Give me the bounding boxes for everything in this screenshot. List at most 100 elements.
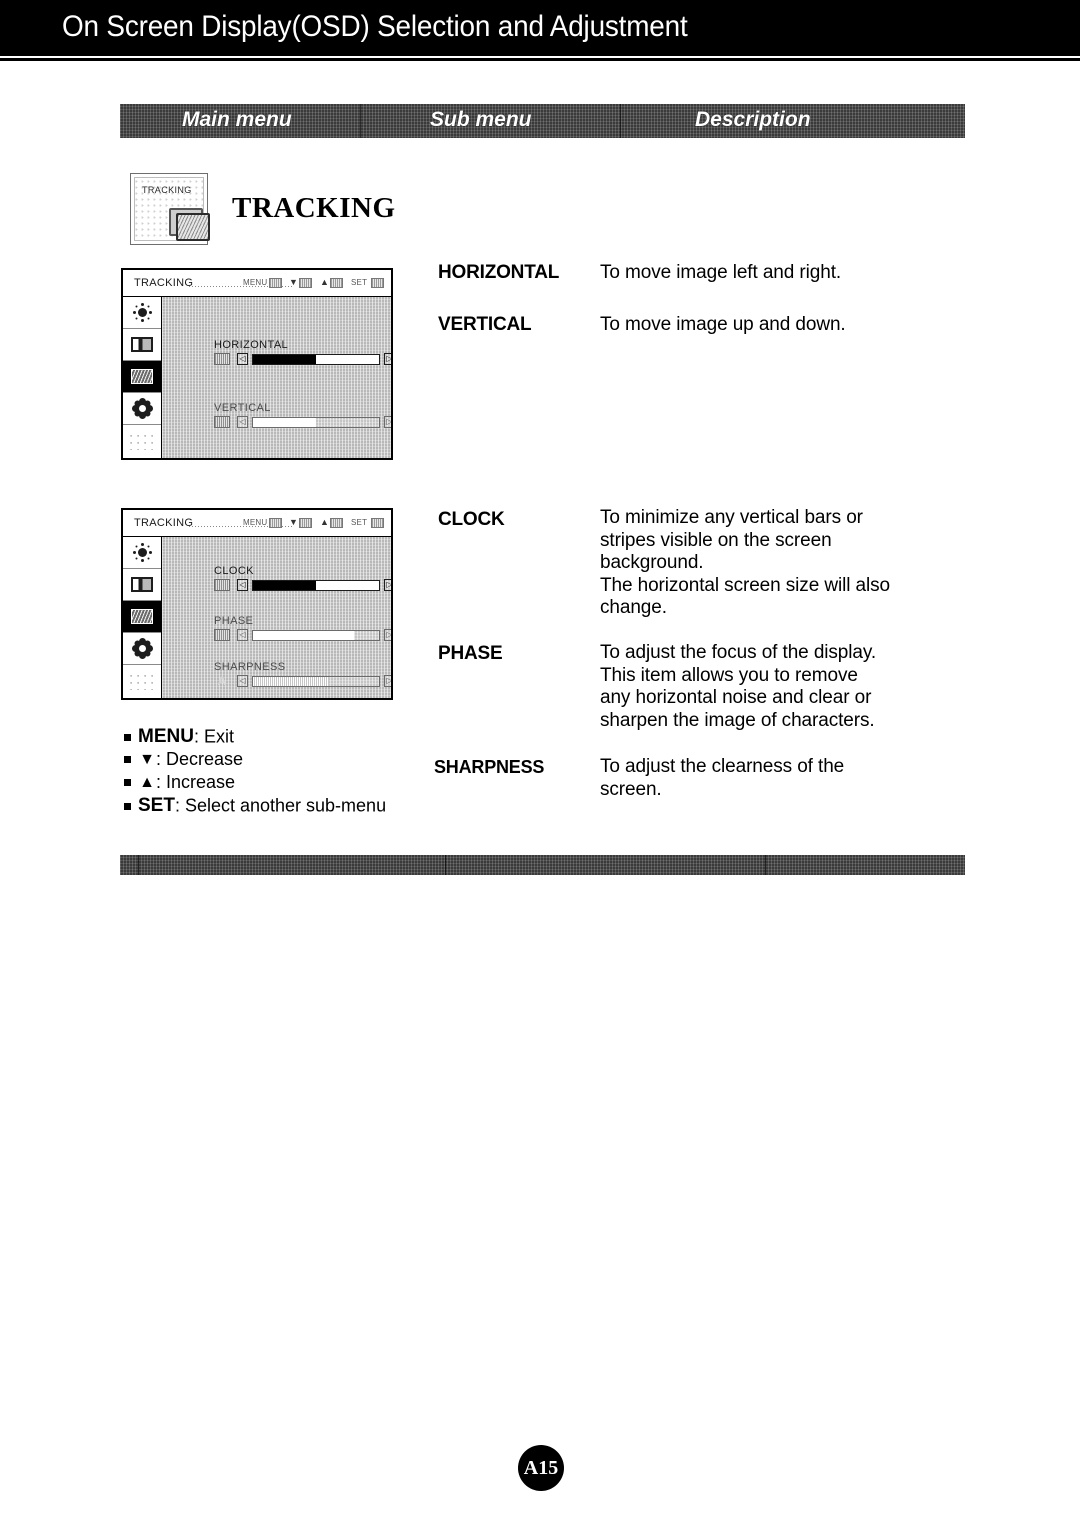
up-arrow-icon: ▲ [139, 773, 155, 791]
osd-menu-key-label: MENU [243, 278, 268, 287]
footer-divider [765, 855, 766, 875]
osd-body: CLOCK ◁ ▷ 50 PHASE ◁ ▷ 80 SHAR [123, 537, 391, 698]
increase-cap-icon[interactable]: ▷ [384, 579, 391, 591]
legend-text: : Select another sub-menu [174, 795, 387, 816]
increase-cap-icon[interactable]: ▷ [384, 353, 391, 365]
osd-row-label: SHARPNESS [214, 661, 286, 673]
sub-menu-horizontal: HORIZONTAL [438, 262, 560, 283]
legend-text: : Decrease [156, 749, 244, 769]
contrast-icon [131, 577, 153, 592]
bullet-icon [124, 756, 131, 763]
legend-key: SET [138, 795, 175, 816]
sidebar-item-setup[interactable] [123, 633, 161, 665]
table-column-divider [360, 104, 361, 138]
sharpness-icon: A [217, 674, 227, 688]
increase-cap-icon[interactable]: ▷ [384, 416, 391, 428]
down-arrow-icon: ▼ [289, 517, 298, 527]
description-clock: To minimize any vertical bars or stripes… [600, 507, 890, 618]
sub-menu-sharpness: SHARPNESS [434, 757, 545, 777]
sidebar-item-blank[interactable] [123, 425, 161, 458]
footer-divider [445, 855, 446, 875]
screen-front-shape-icon [176, 213, 210, 241]
osd-set-key-label: SET [351, 518, 368, 527]
osd-row-label: CLOCK [214, 565, 254, 577]
phase-icon [214, 629, 230, 641]
footer-divider [138, 855, 139, 875]
up-arrow-icon: ▲ [320, 277, 329, 287]
legend-text: : Exit [193, 726, 234, 747]
decrease-cap-icon[interactable]: ◁ [237, 579, 248, 591]
osd-screen-area: CLOCK ◁ ▷ 50 PHASE ◁ ▷ 80 SHAR [162, 537, 391, 698]
column-header-description: Description [695, 108, 811, 131]
set-button-icon [371, 518, 384, 528]
description-sharpness: To adjust the clearness of the screen. [600, 756, 845, 800]
column-header-sub-menu: Sub menu [430, 108, 532, 131]
down-button-icon [299, 518, 312, 528]
description-phase: To adjust the focus of the display. This… [600, 642, 877, 731]
header-rule [0, 58, 1080, 61]
set-button-icon [371, 278, 384, 288]
legend-key: MENU [138, 726, 194, 747]
osd-slider-fill [253, 581, 316, 590]
osd-slider-track[interactable] [252, 354, 380, 365]
osd-slider-track[interactable] [252, 630, 380, 641]
up-button-icon [330, 518, 343, 528]
sidebar-item-tracking[interactable] [123, 361, 161, 393]
up-button-icon [330, 278, 343, 288]
increase-cap-icon[interactable]: ▷ [384, 675, 391, 687]
osd-slider-track[interactable] [252, 676, 380, 687]
osd-slider-track[interactable] [252, 580, 380, 591]
osd-row-label: PHASE [214, 615, 254, 627]
sidebar-item-setup[interactable] [123, 393, 161, 425]
table-header-row: Main menu Sub menu Description [120, 104, 965, 138]
sidebar-item-blank[interactable] [123, 665, 161, 698]
bullet-icon [124, 802, 131, 810]
osd-row-label: HORIZONTAL [214, 339, 289, 351]
down-button-icon [299, 278, 312, 288]
description-vertical: To move image up and down. [600, 314, 846, 335]
osd-window-position: TRACKING MENU ▼ ▲ SET HORIZONTAL ◁ ▷ VER… [121, 268, 393, 460]
osd-slider-track[interactable] [252, 417, 380, 428]
main-menu-title: TRACKING [232, 192, 396, 224]
osd-menu-key-label: MENU [243, 518, 268, 527]
blank-icon [129, 433, 155, 450]
bullet-icon [124, 733, 131, 741]
main-menu-icon-inner: TRACKING [134, 177, 210, 241]
osd-slider-fill [253, 355, 316, 364]
sidebar-item-brightness[interactable] [123, 537, 161, 569]
brightness-icon [137, 548, 147, 557]
tracking-icon [131, 609, 153, 624]
legend-item-decrease: ▼: Decrease [124, 749, 386, 772]
osd-row-label: VERTICAL [214, 402, 271, 414]
legend-item-menu: MENU: Exit [124, 726, 386, 749]
sidebar-item-contrast[interactable] [123, 329, 161, 361]
horizontal-position-icon [214, 353, 230, 365]
page-header-banner: On Screen Display(OSD) Selection and Adj… [0, 0, 1080, 56]
table-column-divider [620, 104, 621, 138]
decrease-cap-icon[interactable]: ◁ [237, 416, 248, 428]
brightness-icon [137, 308, 147, 317]
contrast-icon [131, 337, 153, 352]
osd-title: TRACKING [134, 277, 194, 289]
clock-icon [214, 579, 230, 591]
column-header-main-menu: Main menu [182, 108, 292, 131]
decrease-cap-icon[interactable]: ◁ [237, 675, 248, 687]
tracking-icon [131, 369, 153, 384]
decrease-cap-icon[interactable]: ◁ [237, 353, 248, 365]
osd-titlebar: TRACKING MENU ▼ ▲ SET [123, 270, 391, 297]
osd-slider-fill [253, 677, 329, 686]
decrease-cap-icon[interactable]: ◁ [237, 629, 248, 641]
menu-button-icon [269, 518, 282, 528]
button-key-legend: MENU: Exit ▼: Decrease ▲: Increase SET: … [124, 726, 386, 818]
increase-cap-icon[interactable]: ▷ [384, 629, 391, 641]
sidebar-item-contrast[interactable] [123, 569, 161, 601]
osd-window-clock: TRACKING MENU ▼ ▲ SET CLOCK ◁ ▷ PHASE ◁ … [121, 508, 393, 700]
up-arrow-icon: ▲ [320, 517, 329, 527]
osd-body: HORIZONTAL ◁ ▷ 50 VERTICAL ◁ ▷ 50 [123, 297, 391, 458]
page-number-badge: A15 [518, 1445, 564, 1491]
sidebar-item-tracking[interactable] [123, 601, 161, 633]
osd-title: TRACKING [134, 517, 194, 529]
sidebar-item-brightness[interactable] [123, 297, 161, 329]
osd-slider-fill [253, 631, 354, 640]
sub-menu-vertical: VERTICAL [438, 314, 532, 335]
